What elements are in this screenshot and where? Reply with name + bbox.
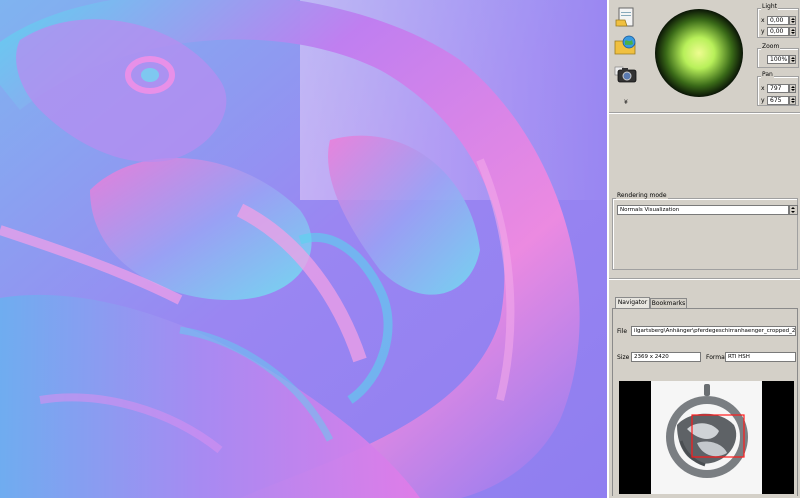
tab-bookmarks[interactable]: Bookmarks [650, 298, 687, 308]
rendering-mode-select[interactable]: Normals Visualization [617, 205, 789, 215]
pan-y-field[interactable]: 675 [767, 96, 789, 105]
open-document-button[interactable] [613, 6, 639, 30]
pan-x-label: x [761, 85, 765, 92]
light-sphere-icon [655, 9, 743, 97]
normal-map-render[interactable] [0, 0, 607, 498]
file-path-field: ilgartsberg\Anhänger\pferdegeschirranhae… [631, 326, 796, 336]
file-label: File [617, 328, 628, 335]
light-y-label: y [761, 28, 765, 35]
zoom-stepper[interactable] [789, 55, 796, 64]
format-label: Format [706, 354, 728, 361]
light-x-label: x [761, 17, 765, 24]
light-direction-control[interactable] [654, 8, 744, 98]
light-y-stepper[interactable] [789, 27, 796, 36]
pan-x-stepper[interactable] [789, 84, 796, 93]
pan-x-field[interactable]: 797 [767, 84, 789, 93]
pan-y-label: y [761, 97, 765, 104]
panel-divider-top [609, 112, 800, 114]
open-document-icon [615, 7, 634, 27]
light-title: Light [761, 3, 778, 10]
light-x-field[interactable]: 0,00 [767, 16, 789, 25]
panel-divider-bottom [609, 278, 800, 280]
light-x-stepper[interactable] [789, 16, 796, 25]
tab-navigator[interactable]: Navigator [615, 297, 650, 308]
rendering-mode-title: Rendering mode [616, 192, 668, 199]
zoom-field[interactable]: 100% [767, 55, 789, 64]
camera-icon [614, 66, 637, 83]
toolbar-collapse-icon[interactable]: ¥ [624, 99, 628, 106]
globe-folder-icon [614, 35, 636, 55]
rendering-mode-dropdown-icon[interactable] [789, 205, 798, 215]
pan-y-stepper[interactable] [789, 96, 796, 105]
navigator-thumbnail[interactable] [619, 381, 794, 494]
render-viewport[interactable] [0, 0, 607, 498]
size-field: 2369 x 2420 [631, 352, 701, 362]
snapshot-button[interactable] [613, 61, 639, 85]
size-label: Size [617, 354, 630, 361]
control-panel: ¥ Light x 0,00 y 0,00 Zoom 100% Pan x 79… [607, 0, 800, 498]
open-folder-button[interactable] [613, 33, 639, 57]
navigator-preview-image [619, 381, 794, 494]
format-field: RTI HSH [725, 352, 796, 362]
light-y-field[interactable]: 0,00 [767, 27, 789, 36]
zoom-title: Zoom [761, 43, 781, 50]
pan-title: Pan [761, 71, 774, 78]
